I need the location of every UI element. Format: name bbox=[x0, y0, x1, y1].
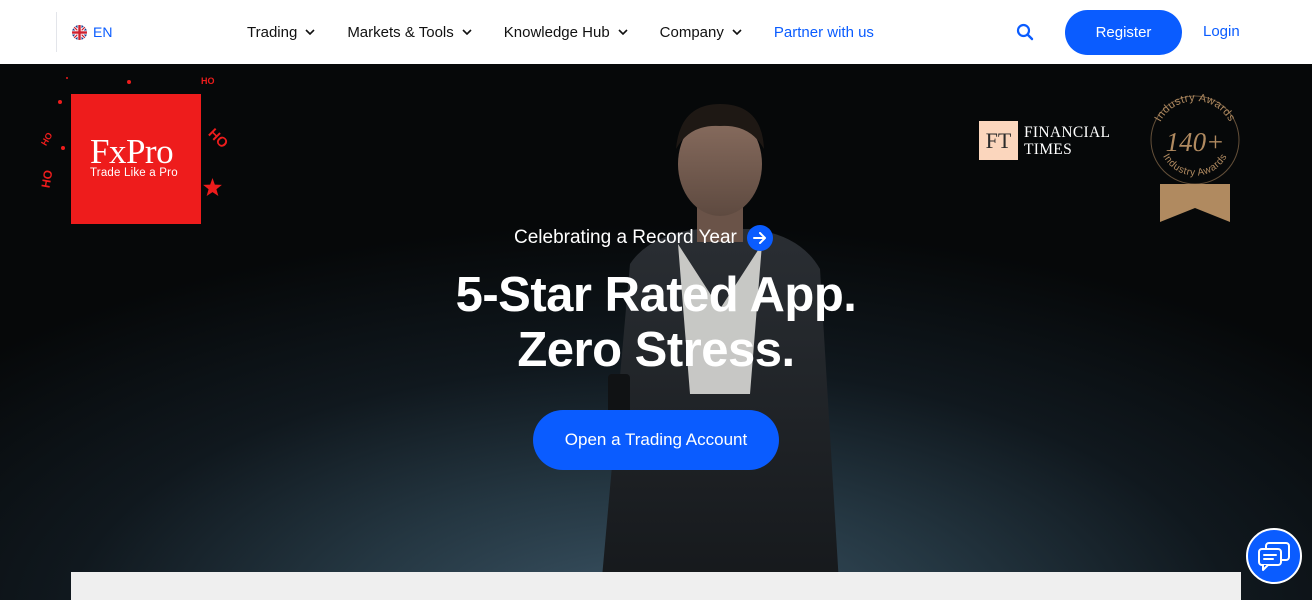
award-count: 140+ bbox=[1166, 127, 1225, 157]
logo-decoration: HO bbox=[205, 124, 232, 152]
logo-tagline: Trade Like a Pro bbox=[90, 167, 178, 179]
industry-awards-badge: Industry Awards Industry Awards 140+ bbox=[1150, 92, 1240, 222]
headline-line: Zero Stress. bbox=[517, 323, 795, 377]
nav-trading[interactable]: Trading bbox=[247, 20, 315, 44]
chevron-down-icon bbox=[618, 29, 628, 35]
uk-flag-icon bbox=[72, 24, 87, 40]
award-arc-top: Industry Awards bbox=[1152, 92, 1237, 124]
nav-label: Trading bbox=[247, 23, 298, 41]
logo-decoration: HO bbox=[39, 130, 55, 148]
nav-label: Knowledge Hub bbox=[503, 23, 610, 41]
main-nav: Trading Markets & Tools Knowledge Hub Co… bbox=[247, 20, 906, 44]
svg-text:Industry Awards: Industry Awards bbox=[1152, 92, 1237, 124]
chat-icon bbox=[1258, 542, 1290, 571]
nav-partner-link[interactable]: Partner with us bbox=[774, 20, 874, 44]
ft-wordmark: FINANCIAL TIMES bbox=[1024, 124, 1110, 158]
nav-company[interactable]: Company bbox=[660, 20, 742, 44]
logo-decoration-dot bbox=[61, 146, 65, 150]
language-selector[interactable]: EN bbox=[72, 22, 112, 42]
hero-banner: FxPro Trade Like a Pro HO HO HO HO FT FI… bbox=[0, 64, 1312, 600]
chevron-down-icon bbox=[305, 29, 315, 35]
hero-headline: 5-Star Rated App. Zero Stress. bbox=[356, 268, 956, 378]
award-ribbon-icon bbox=[1160, 184, 1230, 222]
nav-markets-tools[interactable]: Markets & Tools bbox=[347, 20, 472, 44]
ft-line: TIMES bbox=[1024, 140, 1072, 158]
logo-decoration: HO bbox=[201, 76, 215, 86]
logo-decoration-dot bbox=[58, 100, 62, 104]
top-navigation-bar: EN Trading Markets & Tools Knowledge Hub… bbox=[0, 0, 1312, 64]
open-trading-account-button[interactable]: Open a Trading Account bbox=[533, 410, 779, 470]
live-chat-button[interactable] bbox=[1246, 528, 1302, 584]
logo-decoration: HO bbox=[38, 168, 56, 190]
language-label: EN bbox=[93, 24, 113, 40]
logo-brand: FxPro bbox=[90, 132, 174, 171]
ft-logo-mark: FT bbox=[979, 121, 1018, 160]
login-link[interactable]: Login bbox=[1203, 23, 1240, 40]
nav-label: Company bbox=[659, 23, 724, 41]
record-year-link[interactable]: Celebrating a Record Year bbox=[514, 225, 773, 251]
content-panel bbox=[71, 572, 1241, 600]
logo-decoration-dot bbox=[127, 80, 131, 84]
nav-label: Markets & Tools bbox=[347, 23, 454, 41]
financial-times-badge: FT FINANCIAL TIMES bbox=[979, 121, 1110, 160]
chevron-down-icon bbox=[462, 29, 472, 35]
register-button[interactable]: Register bbox=[1065, 10, 1182, 55]
arrow-right-icon[interactable] bbox=[746, 225, 773, 251]
search-icon[interactable] bbox=[1016, 23, 1034, 41]
star-icon bbox=[203, 178, 222, 196]
header-divider bbox=[56, 12, 57, 52]
fxpro-logo[interactable]: FxPro Trade Like a Pro bbox=[71, 94, 201, 224]
logo-decoration-dot bbox=[66, 77, 68, 79]
ft-line: FINANCIAL bbox=[1024, 123, 1111, 141]
headline-line: 5-Star Rated App. bbox=[455, 268, 857, 322]
nav-knowledge-hub[interactable]: Knowledge Hub bbox=[504, 20, 628, 44]
chevron-down-icon bbox=[732, 29, 742, 35]
kicker-text: Celebrating a Record Year bbox=[514, 227, 737, 248]
